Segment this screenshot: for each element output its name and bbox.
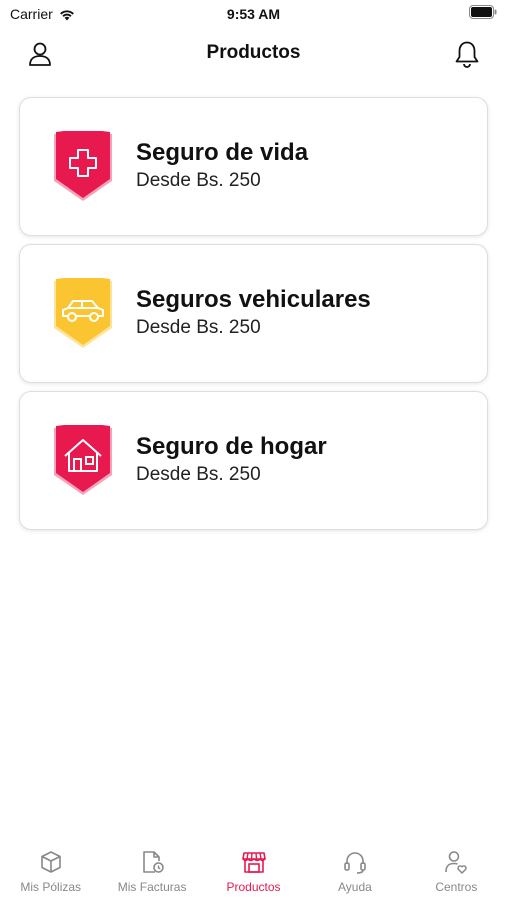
headset-icon [341,848,369,876]
life-shield-icon [54,131,112,201]
product-price: Desde Bs. 250 [136,170,261,191]
box-icon [37,848,65,876]
tab-label: Ayuda [338,880,372,894]
car-shield-icon [54,278,112,348]
bell-icon [455,41,479,68]
product-card-home[interactable]: Seguro de hogar Desde Bs. 250 [19,391,488,530]
tab-ayuda[interactable]: Ayuda [304,840,405,900]
status-time: 9:53 AM [226,6,281,22]
product-card-text: Seguros vehiculares Desde Bs. 250 [136,285,371,341]
product-title: Seguro de vida [136,139,309,166]
tab-label: Productos [226,880,281,894]
tab-label: Mis Facturas [117,880,187,894]
product-card-text: Seguro de hogar Desde Bs. 250 [136,432,327,488]
tab-productos[interactable]: Productos [203,840,304,900]
product-title: Seguro de hogar [136,433,327,460]
store-icon [240,848,268,876]
product-title: Seguros vehiculares [136,286,371,313]
product-price: Desde Bs. 250 [136,317,261,338]
product-card-vehicle[interactable]: Seguros vehiculares Desde Bs. 250 [19,244,488,383]
battery-icon [469,5,497,19]
tab-mis-polizas[interactable]: Mis Pólizas [0,840,101,900]
tab-label: Centros [435,880,478,894]
product-card-life[interactable]: Seguro de vida Desde Bs. 250 [19,97,488,236]
notifications-button[interactable] [451,38,483,70]
tab-mis-facturas[interactable]: Mis Facturas [101,840,202,900]
nav-bar: Productos [0,30,507,78]
home-shield-icon [54,425,112,495]
tab-label: Mis Pólizas [20,880,82,894]
status-right [469,5,497,24]
tab-bar: Mis Pólizas Mis Facturas Productos Ayuda… [0,840,507,900]
invoice-icon [138,848,166,876]
page-title: Productos [206,42,301,63]
status-bar: Carrier 9:53 AM [0,0,507,30]
tab-centros[interactable]: Centros [406,840,507,900]
user-heart-icon [442,848,470,876]
product-price: Desde Bs. 250 [136,464,261,485]
product-card-text: Seguro de vida Desde Bs. 250 [136,138,308,194]
